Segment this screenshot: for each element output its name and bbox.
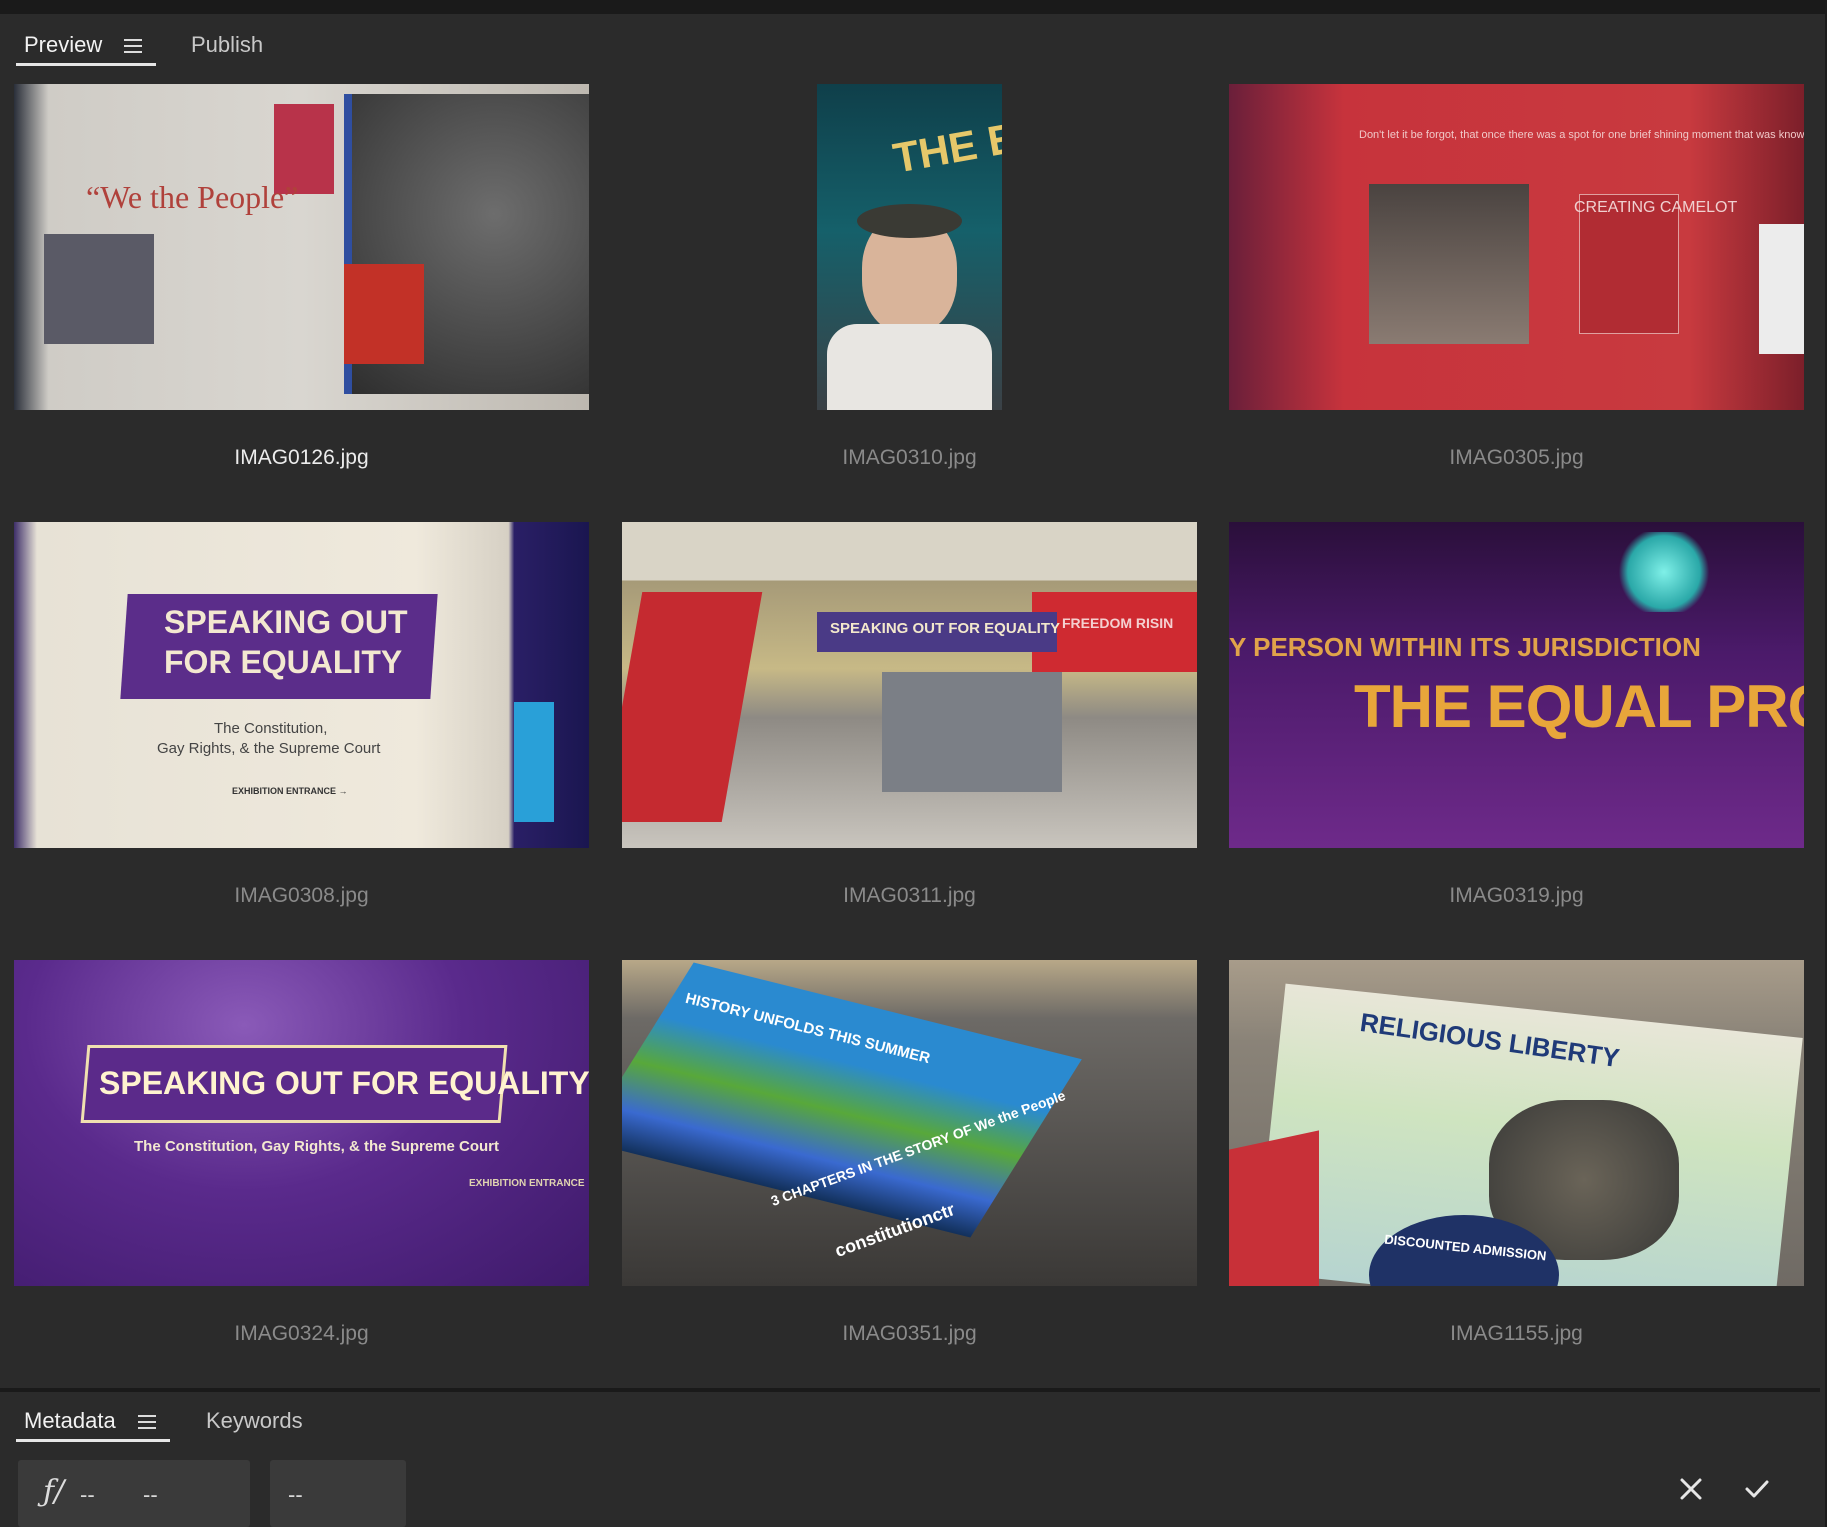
photo-filename: IMAG0305.jpg	[1449, 446, 1584, 469]
tab-preview-label: Preview	[24, 32, 103, 57]
tab-publish-label: Publish	[191, 32, 264, 57]
tab-publish[interactable]: Publish	[183, 30, 271, 66]
photo-filename: IMAG0311.jpg	[843, 884, 976, 907]
photo-thumbnail[interactable]: RELIGIOUS LIBERTY DISCOUNTED ADMISSION	[1229, 960, 1804, 1286]
photo-cell-imag0305[interactable]: CREATING CAMELOT Don't let it be forgot,…	[1229, 74, 1804, 506]
photo-filename: IMAG0126.jpg	[234, 446, 369, 469]
thumb-text-we-the-people: “We the People”	[86, 179, 299, 215]
thumb-text-constitution-full: The Constitution, Gay Rights, & the Supr…	[134, 1138, 500, 1155]
aperture-value: --	[80, 1482, 95, 1507]
shutter-value: --	[143, 1482, 158, 1507]
iso-field[interactable]: --	[270, 1460, 406, 1527]
thumb-text-creating-camelot: CREATING CAMELOT	[1574, 199, 1738, 216]
thumb-text-speaking-out: SPEAKING OUT	[164, 604, 408, 640]
thumb-text-equal-protec: THE EQUAL PROTEC	[1354, 673, 1804, 740]
thumb-text-constitution-1: The Constitution,	[214, 720, 328, 737]
photo-cell-imag0310[interactable]: THE EQUAL IMAG0310.jpg	[622, 74, 1197, 506]
photo-filename: IMAG0308.jpg	[234, 884, 369, 907]
photo-thumbnail[interactable]: “We the People”	[14, 84, 589, 410]
hamburger-icon[interactable]	[124, 39, 143, 54]
thumb-text-exhibition: EXHIBITION ENTRANCE →	[232, 786, 348, 796]
photo-filename: IMAG1155.jpg	[1450, 1322, 1583, 1345]
photo-filename: IMAG0324.jpg	[234, 1322, 369, 1345]
iso-value: --	[288, 1482, 303, 1507]
thumb-text-exhibition-2: EXHIBITION ENTRANCE →	[469, 1178, 589, 1189]
tab-metadata[interactable]: Metadata	[16, 1406, 170, 1442]
photo-grid: “We the People” IMAG0126.jpg THE EQUAL I…	[0, 74, 1820, 1384]
thumb-text-for-equality: FOR EQUALITY	[164, 644, 403, 680]
close-icon[interactable]	[1676, 1474, 1706, 1504]
photo-filename: IMAG0319.jpg	[1449, 884, 1584, 907]
tab-keywords[interactable]: Keywords	[198, 1406, 311, 1442]
photo-cell-imag0311[interactable]: SPEAKING OUT FOR EQUALITY FREEDOM RISIN …	[622, 512, 1197, 944]
exposure-field[interactable]: ƒ/ -- --	[18, 1460, 250, 1527]
photo-thumbnail[interactable]: CREATING CAMELOT Don't let it be forgot,…	[1229, 84, 1804, 410]
thumb-text-speaking-full: SPEAKING OUT FOR EQUALITY	[99, 1065, 589, 1101]
photo-thumbnail[interactable]: THE EQUAL	[817, 84, 1002, 410]
photo-cell-imag0324[interactable]: SPEAKING OUT FOR EQUALITY The Constituti…	[14, 950, 589, 1382]
photo-thumbnail[interactable]: Y PERSON WITHIN ITS JURISDICTION THE EQU…	[1229, 522, 1804, 848]
thumb-text-speaking-sign: SPEAKING OUT FOR EQUALITY	[830, 620, 1061, 637]
photo-cell-imag0126[interactable]: “We the People” IMAG0126.jpg	[14, 74, 589, 506]
photo-cell-imag0351[interactable]: HISTORY UNFOLDS THIS SUMMER 3 CHAPTERS I…	[622, 950, 1197, 1382]
photo-cell-imag0308[interactable]: SPEAKING OUT FOR EQUALITY The Constituti…	[14, 512, 589, 944]
preview-panel: Preview Publish “We the People” IMAG0126…	[0, 0, 1827, 1527]
metadata-tab-bar: Metadata Keywords	[0, 1388, 1820, 1450]
photo-thumbnail[interactable]: SPEAKING OUT FOR EQUALITY The Constituti…	[14, 522, 589, 848]
thumb-text-freedom: FREEDOM RISIN	[1062, 615, 1174, 631]
photo-thumbnail[interactable]: SPEAKING OUT FOR EQUALITY The Constituti…	[14, 960, 589, 1286]
photo-filename: IMAG0351.jpg	[842, 1322, 977, 1345]
tab-preview[interactable]: Preview	[16, 30, 157, 66]
checkmark-icon[interactable]	[1742, 1474, 1772, 1504]
thumb-text-jurisdiction: Y PERSON WITHIN ITS JURISDICTION	[1229, 632, 1701, 662]
photo-thumbnail[interactable]: HISTORY UNFOLDS THIS SUMMER 3 CHAPTERS I…	[622, 960, 1197, 1286]
photo-filename: IMAG0310.jpg	[842, 446, 977, 469]
photo-thumbnail[interactable]: SPEAKING OUT FOR EQUALITY FREEDOM RISIN	[622, 522, 1197, 848]
top-frame-bar	[0, 0, 1827, 14]
preview-tab-bar: Preview Publish	[0, 14, 1820, 74]
photo-cell-imag0319[interactable]: Y PERSON WITHIN ITS JURISDICTION THE EQU…	[1229, 512, 1804, 944]
aperture-f-icon: ƒ/	[43, 1474, 65, 1509]
hamburger-icon[interactable]	[137, 1415, 156, 1430]
thumb-text-camelot-quote: Don't let it be forgot, that once there …	[1359, 129, 1804, 141]
tab-keywords-label: Keywords	[206, 1408, 303, 1433]
tab-metadata-label: Metadata	[24, 1408, 116, 1433]
photo-cell-imag1155[interactable]: RELIGIOUS LIBERTY DISCOUNTED ADMISSION I…	[1229, 950, 1804, 1382]
thumb-text-constitution-2: Gay Rights, & the Supreme Court	[157, 740, 381, 757]
